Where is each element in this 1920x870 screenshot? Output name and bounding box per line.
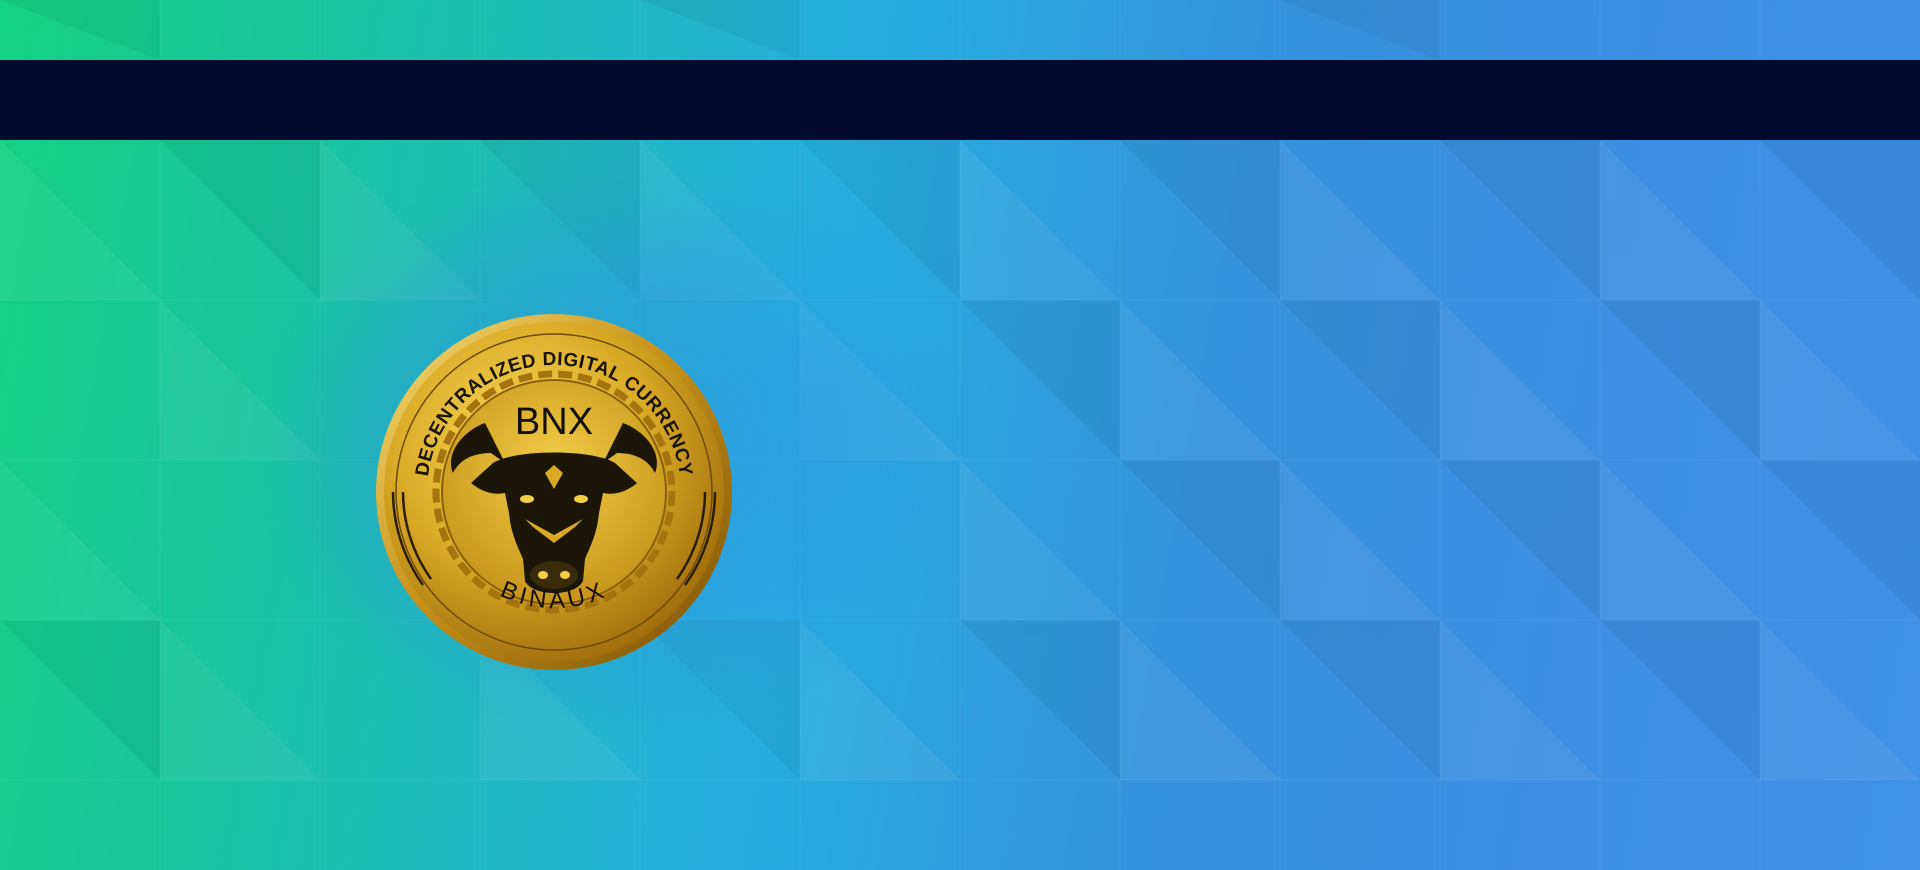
bnx-coin-logo: DECENTRALIZED DIGITAL CURRENCY BNX BINAU… <box>376 314 732 670</box>
top-navigation-bar <box>0 60 1920 140</box>
coin-symbol: BNX <box>515 401 593 443</box>
hero-banner: DECENTRALIZED DIGITAL CURRENCY BNX BINAU… <box>0 0 1920 870</box>
